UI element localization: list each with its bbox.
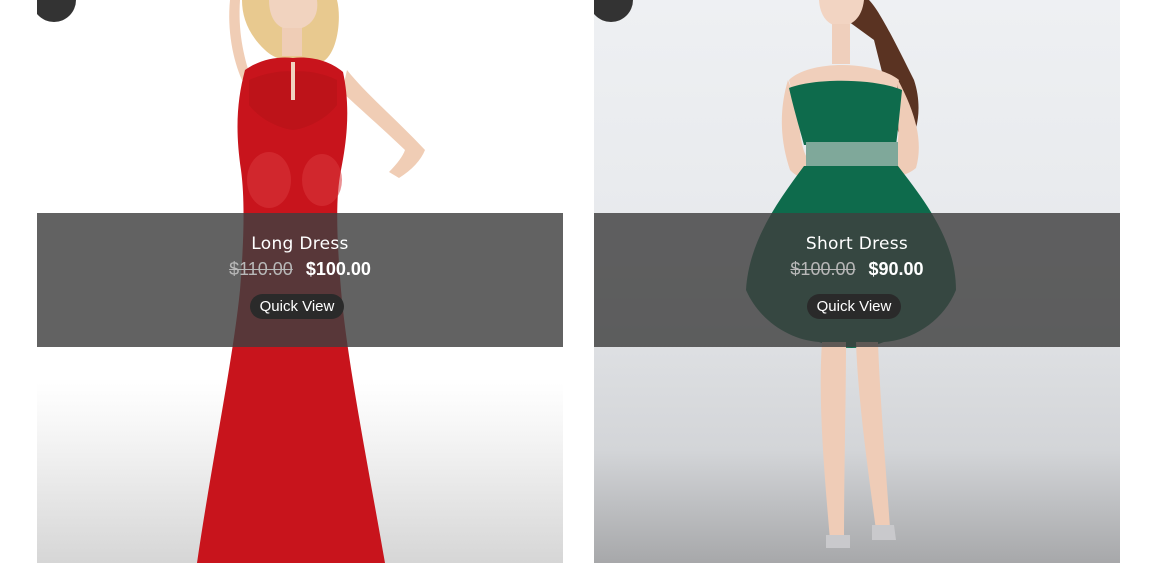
price-row: $100.00 $90.00 (594, 259, 1120, 280)
price-row: $110.00 $100.00 (37, 259, 563, 280)
product-title[interactable]: Short Dress (594, 234, 1120, 254)
product-card-long-dress[interactable]: Long Dress $110.00 $100.00 Quick View (37, 0, 563, 563)
sale-price: $90.00 (868, 259, 924, 279)
product-title[interactable]: Long Dress (37, 234, 563, 254)
original-price: $100.00 (790, 259, 856, 279)
original-price: $110.00 (229, 259, 293, 279)
product-info-overlay: Long Dress $110.00 $100.00 Quick View (37, 213, 563, 347)
product-grid: Long Dress $110.00 $100.00 Quick View Sh… (0, 0, 1170, 563)
product-info-overlay: Short Dress $100.00 $90.00 Quick View (594, 213, 1120, 347)
quick-view-button[interactable]: Quick View (249, 294, 345, 319)
sale-price: $100.00 (305, 259, 371, 279)
quick-view-button[interactable]: Quick View (806, 294, 902, 319)
product-card-short-dress[interactable]: Short Dress $100.00 $90.00 Quick View (594, 0, 1120, 563)
